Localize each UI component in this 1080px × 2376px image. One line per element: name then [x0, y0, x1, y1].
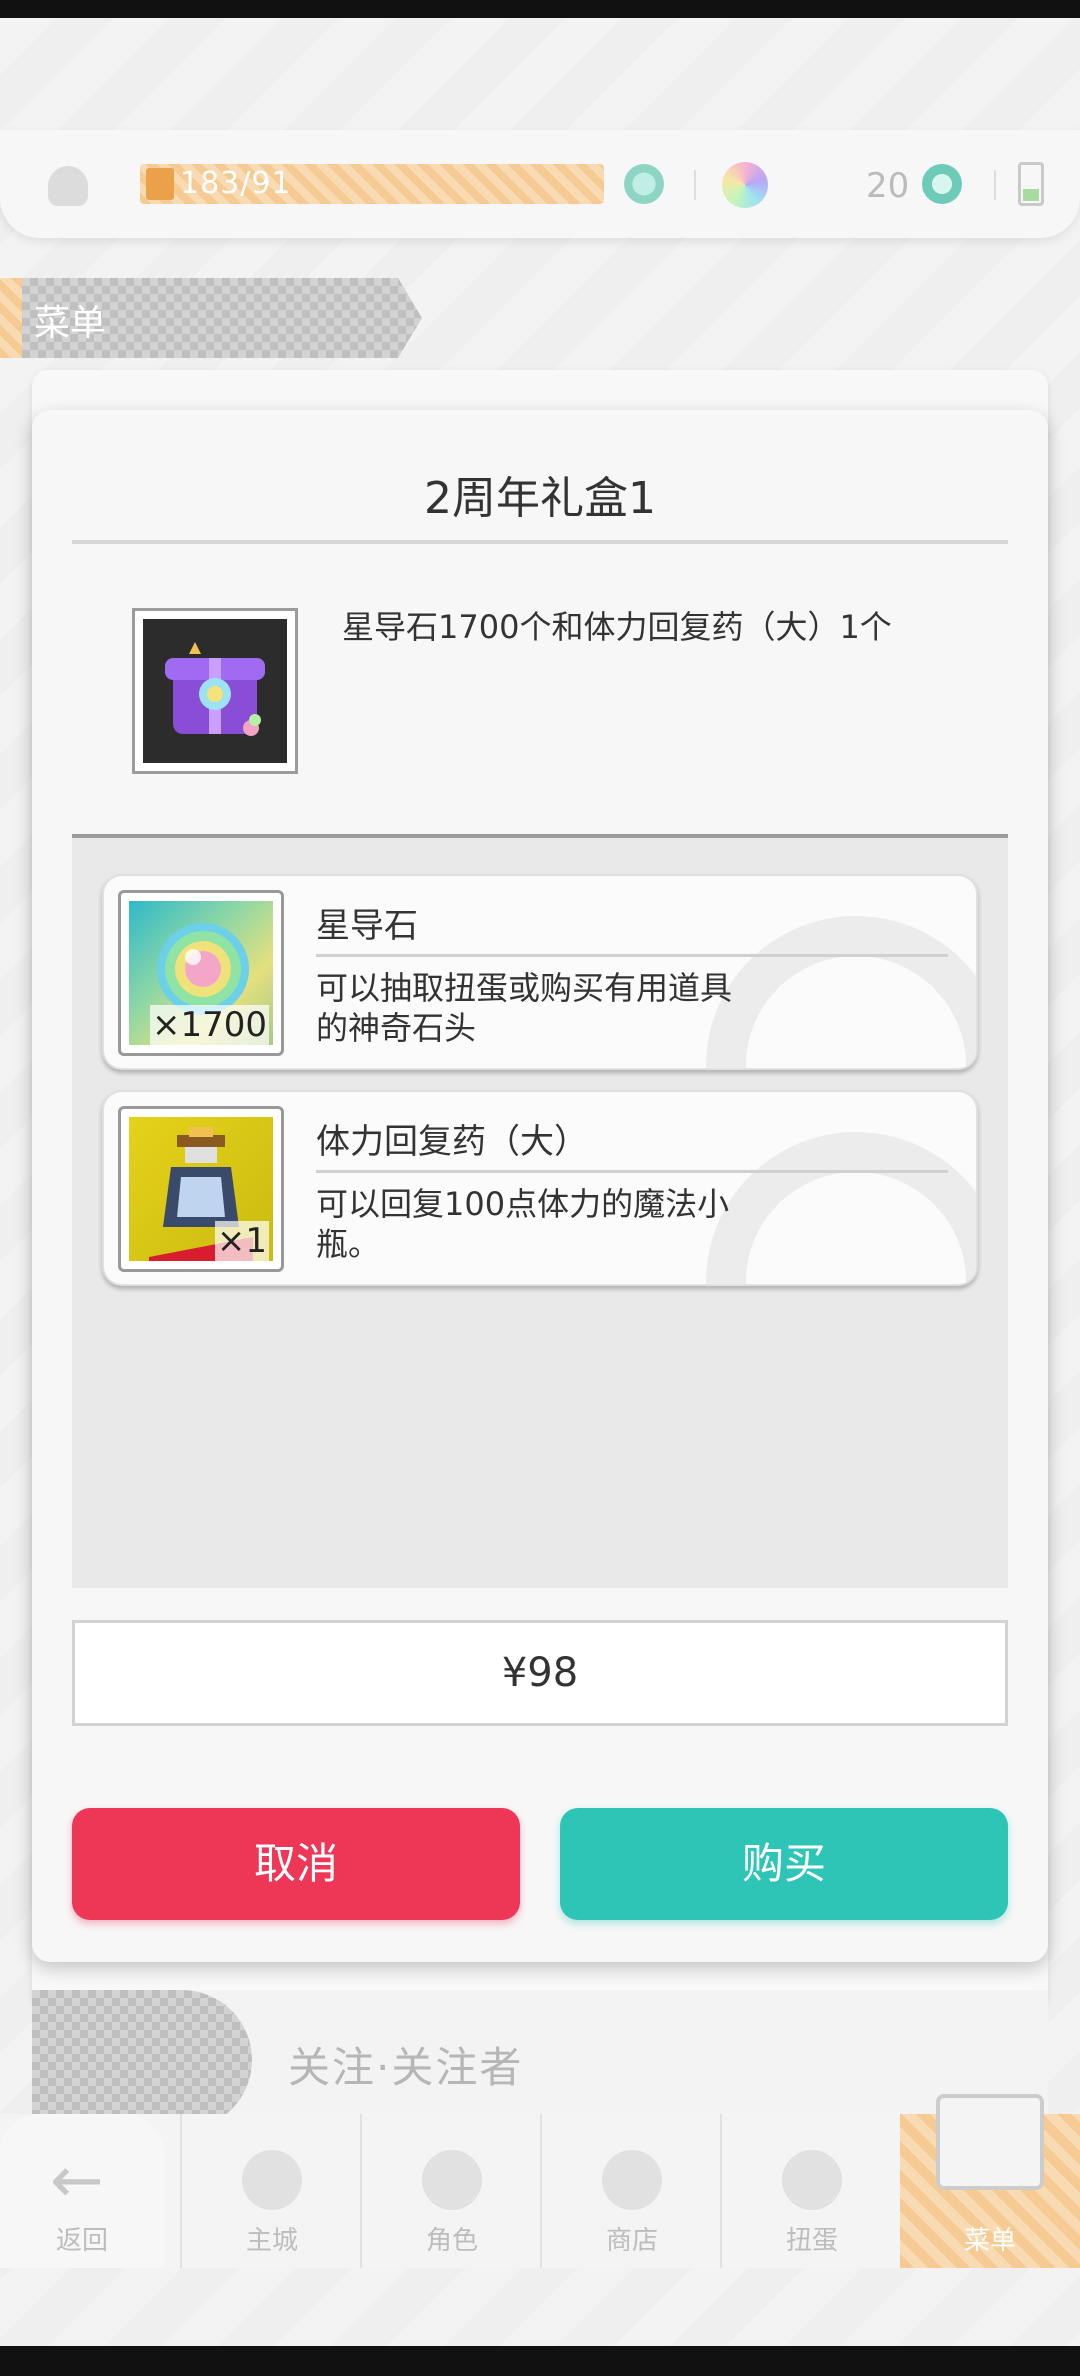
item-divider: [316, 1170, 948, 1173]
battery-icon: [1018, 162, 1044, 206]
bottom-nav: 主城 角色 商店 扭蛋 菜单 ← 返回: [0, 2094, 1080, 2268]
divider: [994, 170, 996, 200]
shop-icon: [602, 2150, 662, 2210]
item-divider: [316, 954, 948, 957]
resource-bar: 183/91 20: [0, 130, 1080, 238]
lightning-icon: [146, 168, 174, 200]
emblem-decoration: [706, 916, 976, 1068]
menu-box-icon: [936, 2094, 1044, 2190]
item-description: 可以抽取扭蛋或购买有用道具的神奇石头: [316, 969, 733, 1047]
item-name: 体力回复药（大）: [316, 1122, 588, 1162]
item-quantity: ×1700: [149, 1005, 269, 1045]
star-stone-icon: [722, 162, 768, 208]
dialog-title: 2周年礼盒1: [424, 473, 656, 524]
divider: [694, 170, 696, 200]
system-nav-bar: [0, 2346, 1080, 2376]
character-icon: [422, 2150, 482, 2210]
stamina-bar: 183/91: [140, 164, 604, 204]
gems-add-icon[interactable]: [922, 164, 962, 204]
contents-list: ×1700 星导石 可以抽取扭蛋或购买有用道具的神奇石头 ×1 体力回复药（大）…: [72, 834, 1008, 1588]
price-display: ¥98: [72, 1620, 1008, 1726]
nav-item-castle[interactable]: 主城: [180, 2114, 360, 2268]
gift-box-icon: [143, 619, 287, 763]
item-quantity: ×1: [214, 1221, 269, 1261]
follow-label: 关注·关注者: [288, 2043, 524, 2092]
item-thumbnail: ×1700: [118, 890, 284, 1056]
item-thumbnail: ×1: [118, 1106, 284, 1272]
list-item: ×1 体力回复药（大） 可以回复100点体力的魔法小瓶。: [102, 1090, 978, 1286]
stamina-value: 183/91: [180, 166, 292, 201]
emblem-decoration: [706, 1132, 976, 1284]
pack-thumbnail: [132, 608, 298, 774]
nav-back-button[interactable]: ← 返回: [0, 2114, 164, 2268]
menu-tag-label: 菜单: [34, 303, 107, 344]
pack-description: 星导石1700个和体力回复药（大）1个: [342, 608, 892, 646]
gacha-icon: [782, 2150, 842, 2210]
bell-icon[interactable]: [48, 166, 88, 206]
item-description: 可以回复100点体力的魔法小瓶。: [316, 1185, 730, 1263]
title-divider: [72, 540, 1008, 544]
avatar-icon: [32, 1990, 252, 2130]
castle-icon: [242, 2150, 302, 2210]
purchase-dialog: 2周年礼盒1 星导石1700个和体力回复药（大）1个 ×1700 星导石 可以抽…: [32, 410, 1048, 1962]
list-item: ×1700 星导石 可以抽取扭蛋或购买有用道具的神奇石头: [102, 874, 978, 1070]
nav-item-shop[interactable]: 商店: [540, 2114, 720, 2268]
gems-count: 20: [866, 166, 910, 206]
nav-item-gacha[interactable]: 扭蛋: [720, 2114, 900, 2268]
follow-row[interactable]: 关注·关注者: [32, 1990, 1048, 2130]
cancel-button[interactable]: 取消: [72, 1808, 520, 1920]
menu-tag: 菜单: [0, 278, 440, 358]
stamina-add-icon[interactable]: [624, 164, 664, 204]
item-name: 星导石: [316, 906, 418, 946]
star-stone-icon: ×1700: [129, 901, 273, 1045]
nav-item-character[interactable]: 角色: [360, 2114, 540, 2268]
buy-button[interactable]: 购买: [560, 1808, 1008, 1920]
potion-icon: ×1: [129, 1117, 273, 1261]
status-bar: [0, 0, 1080, 18]
nav-item-menu[interactable]: 菜单: [900, 2094, 1080, 2268]
back-arrow-icon: ←: [50, 2144, 104, 2218]
